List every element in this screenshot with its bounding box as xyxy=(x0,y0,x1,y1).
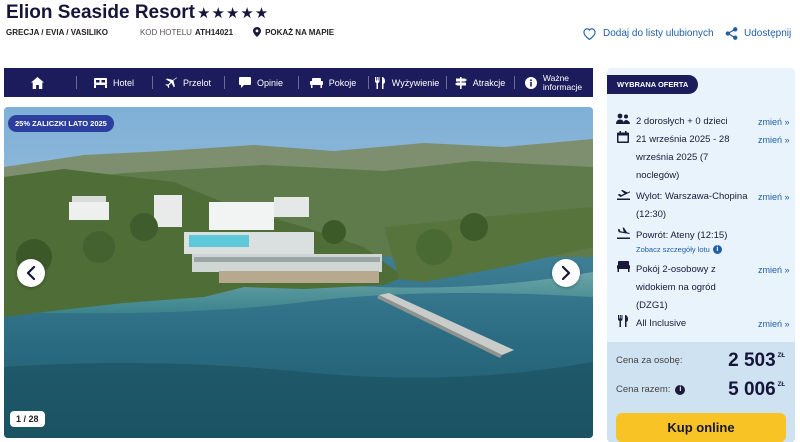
total-price-label-text: Cena razem: xyxy=(616,384,671,395)
info-icon xyxy=(524,76,537,89)
change-guests-link[interactable]: zmień » xyxy=(758,113,790,131)
nav-flight[interactable]: Przelot xyxy=(152,68,224,97)
nav-food[interactable]: Wyżywienie xyxy=(368,68,446,97)
flight-details-link[interactable]: Zobacz szczegóły lotu i xyxy=(636,245,722,254)
price-per-person-label: Cena za osobę: xyxy=(616,355,683,366)
plane-arrival-icon xyxy=(616,227,630,239)
nav-attractions[interactable]: Atrakcje xyxy=(446,68,514,97)
bed-icon xyxy=(93,77,107,88)
nav-reviews-label: Opinie xyxy=(256,77,283,88)
price-per-person-label-text: Cena za osobę: xyxy=(616,355,683,366)
nav-hotel[interactable]: Hotel xyxy=(76,68,152,97)
offer-return: Powrót: Ateny (12:15) xyxy=(636,230,728,241)
favorites-label: Dodaj do listy ulubionych xyxy=(603,28,714,39)
signpost-icon xyxy=(454,76,467,89)
nav-home[interactable] xyxy=(4,68,76,97)
photo-counter: 1 / 28 xyxy=(10,411,45,427)
total-price-value: 5 006 xyxy=(728,379,776,400)
nav-flight-label: Przelot xyxy=(182,77,211,88)
total-price: 5 006 ZŁ xyxy=(728,379,785,401)
star-rating: ★★★★★ xyxy=(197,5,270,22)
section-navbar: Hotel Przelot Opinie Pokoje Wyżywienie A… xyxy=(4,68,593,97)
price-per-person-value: 2 503 xyxy=(728,350,776,371)
speech-bubble-icon xyxy=(238,77,251,88)
share-button[interactable]: Udostępnij xyxy=(725,27,791,40)
total-price-label: Cena razem: i xyxy=(616,384,686,395)
offer-dates-row: 21 września 2025 - 28 września 2025 (7 n… xyxy=(616,131,790,185)
hotel-code-label: KOD HOTELU xyxy=(139,27,192,37)
offer-departure-row: Wylot: Warszawa-Chopina (12:30) zmień » xyxy=(616,188,790,224)
price-per-person-currency: ZŁ xyxy=(777,353,785,359)
fork-knife-icon xyxy=(617,315,628,327)
sofa-icon xyxy=(309,77,323,88)
change-flight-link[interactable]: zmień » xyxy=(758,188,790,206)
nav-hotel-label: Hotel xyxy=(112,77,134,88)
price-per-person: 2 503 ZŁ xyxy=(728,350,785,372)
offer-guests-row: 2 dorosłych + 0 dzieci zmień » xyxy=(616,113,790,131)
show-map-label: POKAŻ NA MAPIE xyxy=(265,27,335,37)
heart-icon xyxy=(583,28,596,40)
change-board-link[interactable]: zmień » xyxy=(758,315,790,333)
home-icon xyxy=(30,76,44,89)
hotel-meta: GRECJA / EVIA / VASILIKO KOD HOTELU ATH1… xyxy=(6,27,334,37)
nav-important-info[interactable]: Ważne informacje xyxy=(514,68,593,97)
nav-rooms-label: Pokoje xyxy=(328,77,357,88)
chevron-right-icon xyxy=(561,266,571,280)
gallery-prev-button[interactable] xyxy=(17,259,45,287)
location-breadcrumb[interactable]: GRECJA / EVIA / VASILIKO xyxy=(6,28,108,37)
hotel-code: ATH14021 xyxy=(194,27,234,37)
change-dates-link[interactable]: zmień » xyxy=(758,131,790,149)
nav-info-label: Ważne informacje xyxy=(542,73,583,92)
show-map-link[interactable]: POKAŻ NA MAPIE xyxy=(253,27,334,37)
resort-photo xyxy=(4,107,593,438)
promo-badge: 25% ZALICZKI LATO 2025 xyxy=(8,115,114,132)
change-room-link[interactable]: zmień » xyxy=(758,261,790,279)
offer-badge: WYBRANA OFERTA xyxy=(607,75,699,94)
nav-food-label: Wyżywienie xyxy=(391,77,440,88)
offer-dates: 21 września 2025 - 28 września 2025 (7 n… xyxy=(636,134,730,181)
nav-reviews[interactable]: Opinie xyxy=(224,68,298,97)
nav-rooms[interactable]: Pokoje xyxy=(298,68,368,97)
calendar-icon xyxy=(617,131,629,143)
plane-departure-icon xyxy=(616,190,630,200)
bed-icon xyxy=(616,261,630,272)
price-box: Cena za osobę: 2 503 ZŁ Cena razem: i 5 … xyxy=(607,342,795,442)
fork-knife-icon xyxy=(374,76,385,89)
total-price-currency: ZŁ xyxy=(777,382,785,388)
photo-gallery[interactable]: 25% ZALICZKI LATO 2025 1 / 28 xyxy=(4,107,593,438)
buy-online-button[interactable]: Kup online xyxy=(616,413,786,442)
offer-board-row: All Inclusive zmień » xyxy=(616,315,790,333)
offer-return-row: Powrót: Ateny (12:15) xyxy=(616,227,748,245)
offer-guests: 2 dorosłych + 0 dzieci xyxy=(636,116,728,127)
total-info-icon[interactable]: i xyxy=(675,384,686,395)
nav-info-label-line2: informacje xyxy=(542,81,583,92)
plane-icon xyxy=(165,77,177,88)
flight-details-label: Zobacz szczegóły lotu xyxy=(636,245,710,254)
add-to-favorites-button[interactable]: Dodaj do listy ulubionych xyxy=(582,27,714,40)
share-label: Udostępnij xyxy=(744,28,792,39)
offer-departure: Wylot: Warszawa-Chopina (12:30) xyxy=(636,191,748,220)
gallery-next-button[interactable] xyxy=(552,259,580,287)
people-icon xyxy=(616,113,630,124)
offer-board: All Inclusive xyxy=(636,318,687,329)
offer-room: Pokój 2-osobowy z widokiem na ogród (DZG… xyxy=(636,264,716,311)
map-pin-icon xyxy=(253,27,262,37)
selected-offer-panel: WYBRANA OFERTA 2 dorosłych + 0 dzieci zm… xyxy=(607,68,795,442)
flight-info-icon: i xyxy=(712,245,722,254)
nav-attractions-label: Atrakcje xyxy=(472,77,506,88)
chevron-left-icon xyxy=(26,266,36,280)
share-icon xyxy=(725,27,738,40)
hotel-title: Elion Seaside Resort xyxy=(6,2,196,23)
offer-room-row: Pokój 2-osobowy z widokiem na ogród (DZG… xyxy=(616,261,790,315)
